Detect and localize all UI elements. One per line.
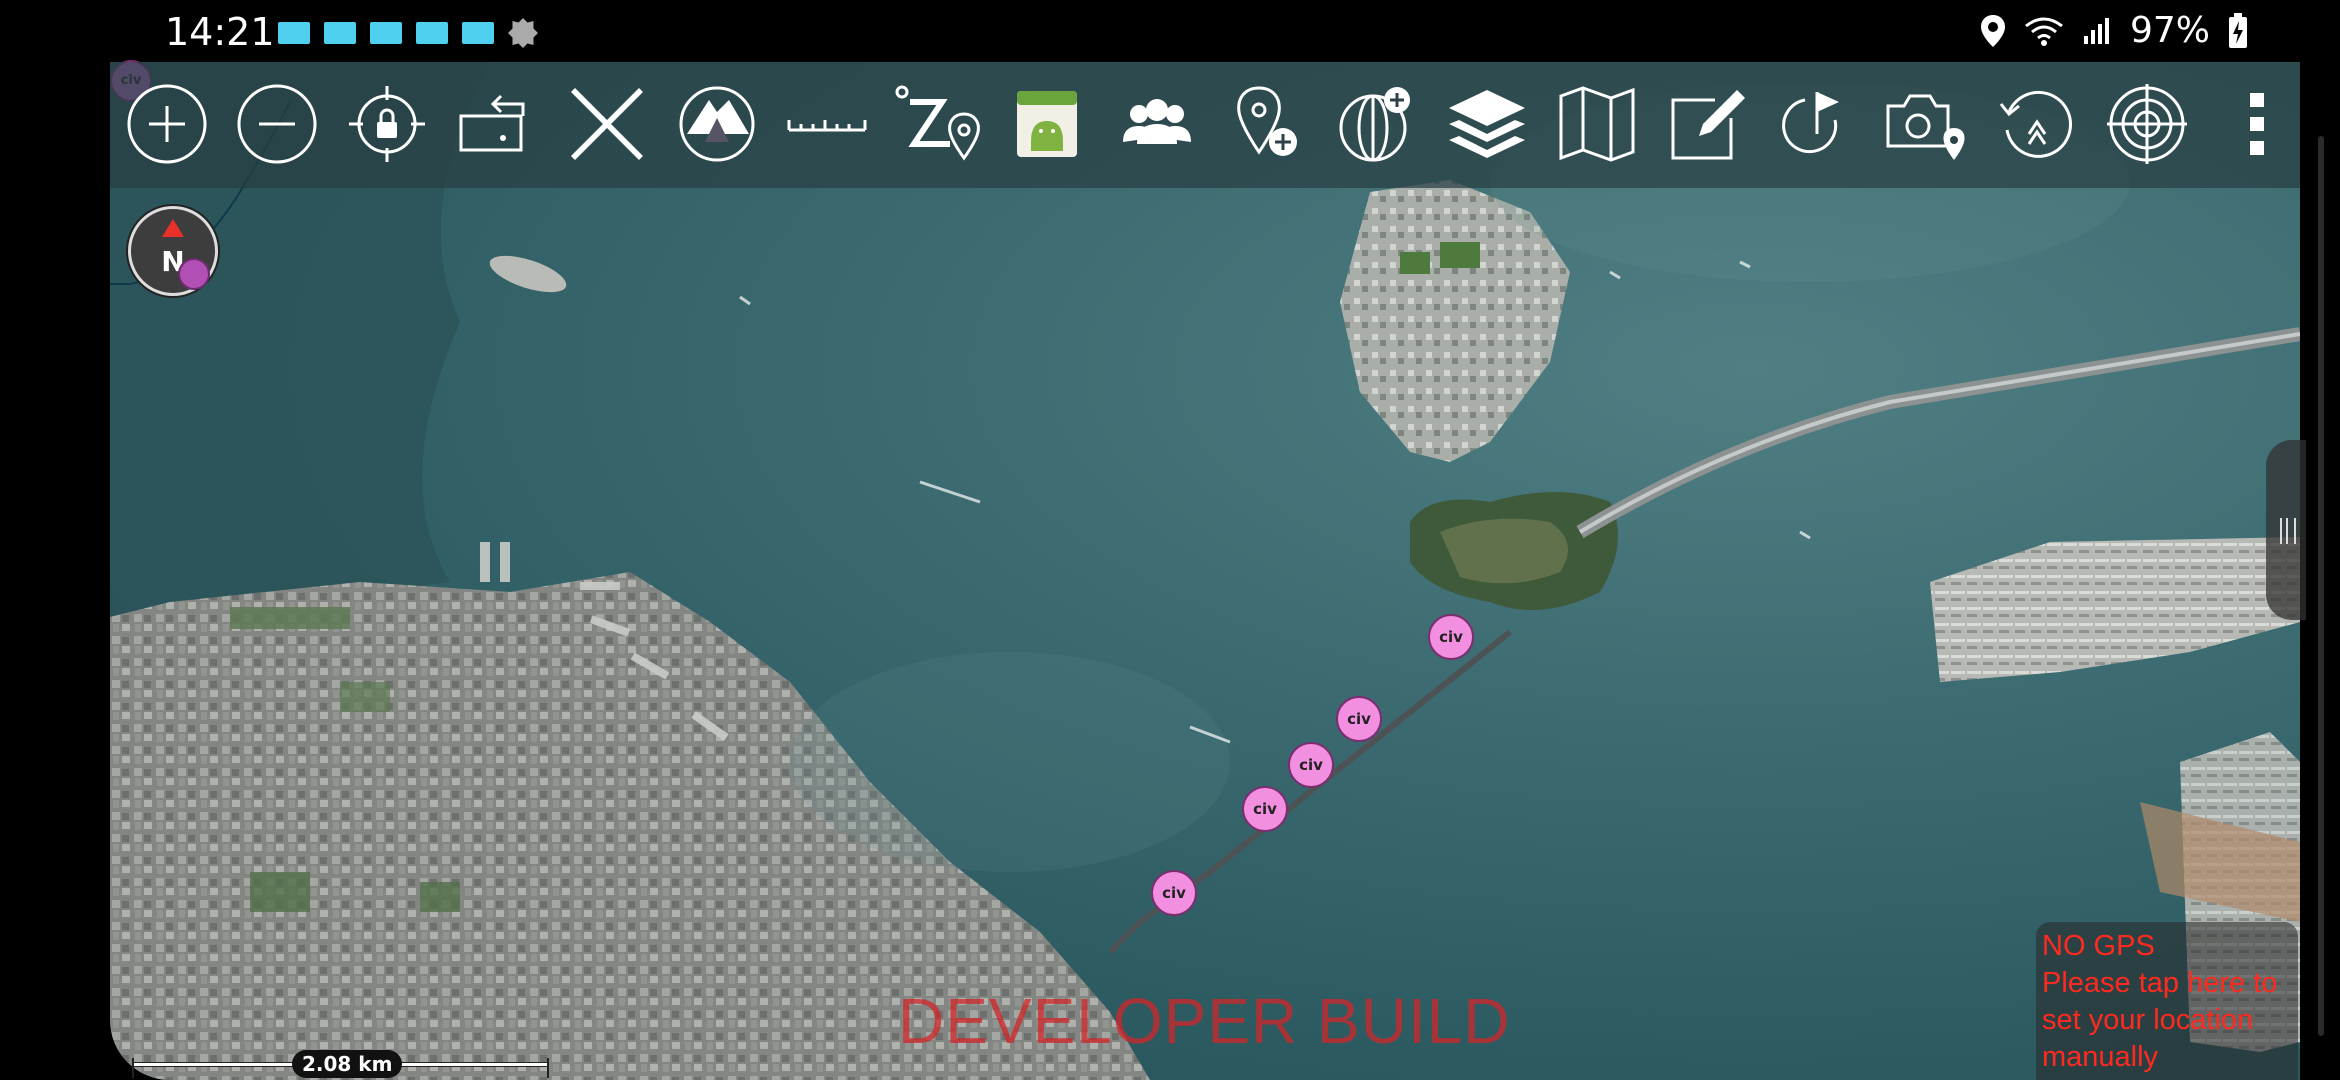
rotate-map-button[interactable] [449, 76, 545, 172]
tilt-3d-button[interactable] [669, 76, 765, 172]
history-navigate-icon [1999, 90, 2072, 158]
self-marker[interactable] [178, 258, 210, 290]
map-imagery [110, 62, 2300, 1080]
ruler-icon [787, 120, 867, 132]
android-app-button[interactable] [999, 76, 1095, 172]
zoom-out-icon [237, 84, 317, 164]
map-button[interactable] [1549, 76, 1645, 172]
contacts-group-icon [1123, 99, 1191, 144]
more-menu-button[interactable] [2209, 76, 2305, 172]
measure-button[interactable] [779, 76, 875, 172]
battery-charging-icon [2229, 12, 2247, 48]
more-menu-icon [2250, 93, 2264, 155]
edit-note-icon [1671, 90, 1745, 160]
notification-icon [370, 22, 402, 44]
map-toolbar [110, 62, 2300, 188]
side-drawer-handle[interactable] [2266, 440, 2306, 620]
map-marker[interactable]: civ [1336, 696, 1382, 742]
add-point-button[interactable] [1219, 76, 1315, 172]
scale-label: 2.08 km [292, 1050, 403, 1078]
no-gps-message: Please tap here to set your location man… [2042, 967, 2278, 1073]
status-time: 14:21 [165, 10, 275, 54]
satellite-map[interactable]: civ civ civ civ civ [110, 62, 2300, 1080]
route-waypoint-icon [895, 85, 980, 161]
contacts-button[interactable] [1109, 76, 1205, 172]
lock-location-button[interactable] [339, 76, 435, 172]
notification-icon [416, 22, 448, 44]
target-crosshair-icon [2107, 84, 2187, 164]
zoom-in-button[interactable] [119, 76, 215, 172]
map-marker[interactable]: civ [1242, 786, 1288, 832]
notification-icon [462, 22, 494, 44]
signal-icon [2083, 17, 2109, 44]
globe-add-icon [1339, 87, 1410, 162]
flag-route-button[interactable] [1769, 76, 1865, 172]
camera-location-icon [1886, 94, 1965, 160]
camera-button[interactable] [1879, 76, 1975, 172]
notification-icon [324, 22, 356, 44]
drawer-grip-icon [2280, 518, 2296, 544]
android-app-icon [1017, 91, 1077, 157]
zoom-in-icon [127, 84, 207, 164]
map-marker[interactable]: civ [1288, 742, 1334, 788]
clear-button[interactable] [559, 76, 655, 172]
lock-location-icon [349, 86, 425, 162]
close-x-icon [571, 88, 643, 160]
map-marker[interactable]: civ [1151, 870, 1197, 916]
layers-icon [1449, 90, 1525, 158]
edit-note-button[interactable] [1659, 76, 1755, 172]
wifi-icon [2025, 17, 2063, 46]
battery-percent: 97% [2129, 10, 2210, 51]
target-button[interactable] [2099, 76, 2195, 172]
notification-icon [278, 22, 310, 44]
compass-north-arrow-icon [162, 219, 184, 237]
add-point-icon [1237, 86, 1297, 156]
flag-route-icon [1782, 92, 1839, 154]
history-button[interactable] [1989, 76, 2085, 172]
status-right: 97% [1980, 10, 2248, 51]
layers-button[interactable] [1439, 76, 1535, 172]
rotate-map-icon [459, 94, 525, 152]
location-icon [1980, 14, 2005, 47]
developer-build-watermark: DEVELOPER BUILD [898, 985, 1511, 1057]
tilt-3d-icon [679, 86, 755, 162]
route-button[interactable] [889, 76, 985, 172]
globe-add-button[interactable] [1329, 76, 1425, 172]
notification-icons [278, 18, 538, 48]
zoom-out-button[interactable] [229, 76, 325, 172]
status-bar: 14:21 97% [0, 0, 2340, 62]
no-gps-title: NO GPS [2042, 930, 2155, 962]
right-scrollbar[interactable] [2318, 136, 2324, 1036]
settings-cog-icon [508, 18, 538, 48]
no-gps-panel[interactable]: NO GPS Please tap here to set your locat… [2036, 922, 2298, 1080]
map-icon [1559, 86, 1635, 162]
map-marker[interactable]: civ [1428, 614, 1474, 660]
